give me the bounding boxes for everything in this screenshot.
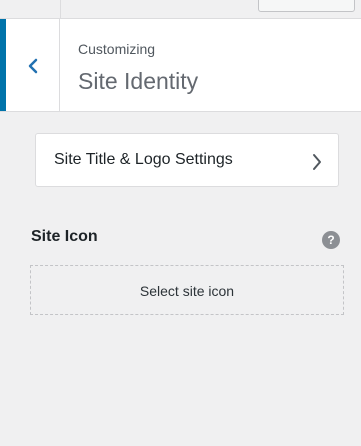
- chevron-left-icon: [28, 58, 38, 74]
- top-bar: [0, 0, 361, 19]
- top-divider: [60, 0, 61, 19]
- breadcrumb: Customizing: [78, 41, 156, 57]
- select-site-icon-button[interactable]: Select site icon: [30, 265, 344, 315]
- back-button[interactable]: [0, 19, 60, 111]
- question-mark-icon[interactable]: ?: [322, 231, 340, 249]
- section-header: Customizing Site Identity: [0, 19, 361, 112]
- panel-title: Site Identity: [78, 68, 199, 94]
- site-title-logo-settings-link[interactable]: Site Title & Logo Settings: [35, 133, 339, 187]
- chevron-right-icon: [313, 154, 321, 170]
- sub-link-label: Site Title & Logo Settings: [54, 151, 233, 168]
- site-icon-title: Site Icon: [31, 228, 98, 245]
- top-action-button[interactable]: [258, 0, 355, 12]
- select-site-icon-label: Select site icon: [139, 283, 235, 299]
